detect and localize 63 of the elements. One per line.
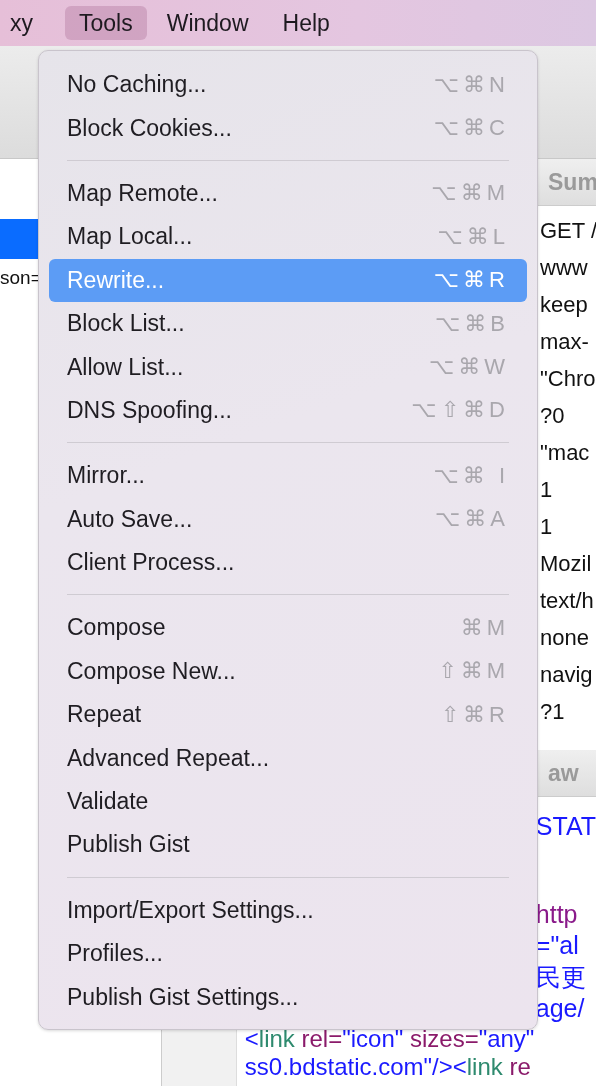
header-value: "mac <box>540 439 591 467</box>
menu-item[interactable]: Allow List... ⌥⌘W <box>49 345 527 389</box>
shortcut-text: ⌥⌘C <box>433 115 509 142</box>
code-token: STAT <box>535 812 596 840</box>
menu-item[interactable]: Map Local... ⌥⌘L <box>49 215 527 259</box>
shortcut-text: ⇧⌘M <box>438 658 509 685</box>
code-token: "any" <box>478 1024 535 1052</box>
code-token: ="al <box>535 931 579 959</box>
shortcut-text: ⌥⌘N <box>433 71 509 98</box>
header-value: keep <box>540 291 589 319</box>
shortcut-text: ⌥⌘ I <box>433 462 509 489</box>
menu-item[interactable]: No Caching... ⌥⌘N <box>49 63 527 107</box>
code-token: "icon" <box>342 1024 404 1052</box>
shortcut-text: ⌥⌘A <box>434 506 509 533</box>
header-value: navig <box>540 661 594 689</box>
menu-item[interactable]: Profiles... <box>49 932 527 976</box>
menu-item[interactable]: Auto Save... ⌥⌘A <box>49 497 527 541</box>
header-value: max- <box>540 328 590 356</box>
code-token: 民更 <box>535 962 586 991</box>
header-value: www <box>540 254 589 282</box>
shortcut-text: ⌥⌘B <box>434 310 509 337</box>
menu-item[interactable]: Mirror... ⌥⌘ I <box>49 454 527 498</box>
menu-bar-item[interactable]: Tools <box>65 6 147 40</box>
code-token: sizes= <box>408 1024 479 1052</box>
shortcut-text: ⌥⌘M <box>431 180 509 207</box>
shortcut-text: ⌘M <box>460 615 509 641</box>
menu-item[interactable]: Block List... ⌥⌘B <box>49 301 527 346</box>
code-token: rel= <box>300 1024 343 1052</box>
menu-item[interactable]: Publish Gist <box>49 823 527 867</box>
shortcut-text: ⇧⌘R <box>440 701 509 728</box>
header-value: Mozil <box>540 550 593 578</box>
shortcut-text: ⌥⌘R <box>433 267 509 294</box>
header-value: "Chro <box>540 365 596 393</box>
menu-item[interactable]: Validate <box>49 779 527 824</box>
list-text: son= <box>0 266 42 289</box>
menu-bar-item[interactable]: xy <box>0 6 47 40</box>
header-value: ?0 <box>540 402 566 430</box>
code-token: age/ <box>535 994 585 1022</box>
menu-item[interactable]: Advanced Repeat... <box>49 736 527 780</box>
menu-item[interactable]: Client Process... <box>49 540 527 585</box>
code-token: re <box>508 1052 531 1080</box>
header-value: 1 <box>540 513 554 541</box>
menu-item[interactable]: Import/Export Settings... <box>49 888 527 933</box>
menu-item[interactable]: Map Remote... ⌥⌘M <box>49 171 527 216</box>
header-value: ?1 <box>540 698 566 726</box>
menu-item[interactable]: Repeat ⇧⌘R <box>49 693 527 737</box>
code-token: < <box>244 1024 259 1052</box>
header-value: none <box>540 624 590 652</box>
menu-item[interactable]: Compose ⌘M <box>49 606 527 650</box>
code-token: ss0.bdstatic.com"/>< <box>244 1052 467 1080</box>
shortcut-text: ⌥⌘W <box>428 354 509 381</box>
shortcut-text: ⌥⌘L <box>437 223 509 250</box>
menu-item[interactable]: DNS Spoofing... ⌥⇧⌘D <box>49 388 527 433</box>
code-token: link <box>258 1024 295 1052</box>
header-value: text/h <box>540 587 595 615</box>
menu-bar-item[interactable]: Window <box>152 6 263 40</box>
menu-item[interactable]: Compose New... ⇧⌘M <box>49 649 527 694</box>
menu-item[interactable]: Publish Gist Settings... <box>49 975 527 1019</box>
menu-item[interactable]: Block Cookies... ⌥⌘C <box>49 106 527 150</box>
code-token: link <box>466 1052 503 1080</box>
header-value: 1 <box>540 476 554 504</box>
menu-bar-item[interactable]: Help <box>268 6 344 40</box>
shortcut-text: ⌥⇧⌘D <box>411 397 509 424</box>
